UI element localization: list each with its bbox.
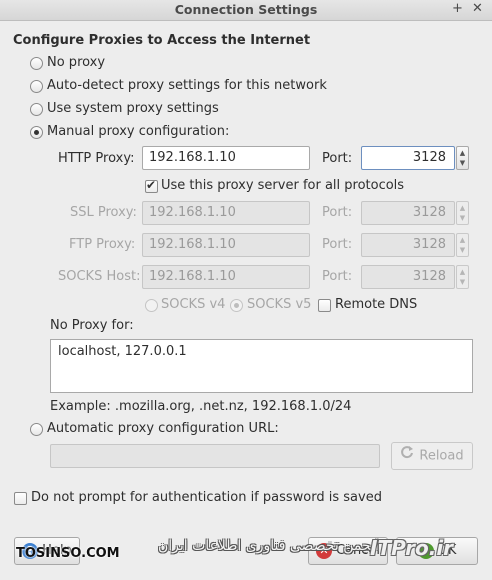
socks-port-input[interactable]: 3128: [361, 265, 455, 289]
ftp-port-input[interactable]: 3128: [361, 233, 455, 257]
http-port-spinner[interactable]: ▲ ▼: [456, 146, 469, 170]
http-proxy-input[interactable]: 192.168.1.10: [142, 146, 310, 170]
ssl-port-spinner[interactable]: ▲ ▼: [456, 201, 469, 225]
cancel-button-label: Cancel: [335, 543, 381, 558]
help-icon: ?: [22, 542, 39, 559]
close-icon[interactable]: ✕: [472, 1, 483, 16]
ftp-port-spinner[interactable]: ▲ ▼: [456, 233, 469, 257]
no-proxy-radio[interactable]: [30, 57, 43, 70]
socks-v4-label[interactable]: SOCKS v4: [161, 297, 225, 312]
auto-config-label[interactable]: Automatic proxy configuration URL:: [47, 421, 279, 436]
socks-host-label: SOCKS Host:: [58, 269, 141, 284]
auto-detect-radio[interactable]: [30, 80, 43, 93]
reload-button-label: Reload: [419, 448, 464, 464]
spin-down-icon[interactable]: ▼: [457, 246, 468, 254]
manual-proxy-radio[interactable]: [30, 126, 43, 139]
no-proxy-label[interactable]: No proxy: [47, 55, 105, 70]
ssl-port-input[interactable]: 3128: [361, 201, 455, 225]
ftp-proxy-input[interactable]: 192.168.1.10: [142, 233, 310, 257]
system-proxy-label[interactable]: Use system proxy settings: [47, 101, 219, 116]
auto-detect-label[interactable]: Auto-detect proxy settings for this netw…: [47, 78, 327, 93]
socks-port-label: Port:: [322, 269, 353, 284]
auto-config-radio[interactable]: [30, 423, 43, 436]
socks-host-input[interactable]: 192.168.1.10: [142, 265, 310, 289]
use-for-all-checkbox[interactable]: [145, 178, 158, 193]
no-prompt-auth-checkbox[interactable]: [14, 492, 27, 505]
ftp-port-label: Port:: [322, 237, 353, 252]
title-bar: Connection Settings + ✕: [0, 0, 492, 21]
auto-config-url-input[interactable]: [50, 444, 380, 468]
manual-proxy-label[interactable]: Manual proxy configuration:: [47, 124, 229, 139]
ok-button-label: OK: [437, 543, 457, 558]
http-port-input[interactable]: 3128: [361, 146, 455, 170]
http-port-label: Port:: [322, 151, 353, 166]
socks-port-spinner[interactable]: ▲ ▼: [456, 265, 469, 289]
spin-up-icon[interactable]: ▲: [457, 236, 468, 244]
socks-v4-radio[interactable]: [145, 299, 158, 312]
help-button-label: Help: [42, 543, 72, 558]
reload-button[interactable]: Reload: [391, 442, 473, 470]
add-icon[interactable]: +: [452, 1, 463, 16]
spin-up-icon[interactable]: ▲: [457, 268, 468, 276]
reload-icon: [400, 443, 414, 469]
http-proxy-label: HTTP Proxy:: [58, 151, 135, 166]
socks-v5-radio[interactable]: [230, 299, 243, 312]
spin-up-icon[interactable]: ▲: [457, 149, 468, 157]
system-proxy-radio[interactable]: [30, 103, 43, 116]
ssl-port-label: Port:: [322, 205, 353, 220]
cancel-icon: ✕: [315, 542, 332, 559]
spin-down-icon[interactable]: ▼: [457, 214, 468, 222]
ssl-proxy-input[interactable]: 192.168.1.10: [142, 201, 310, 225]
section-heading: Configure Proxies to Access the Internet: [13, 33, 311, 48]
no-proxy-for-label: No Proxy for:: [50, 318, 134, 333]
spin-up-icon[interactable]: ▲: [457, 204, 468, 212]
help-button[interactable]: ? Help: [14, 537, 80, 565]
no-proxy-for-textarea[interactable]: localhost, 127.0.0.1: [50, 339, 473, 393]
no-proxy-example: Example: .mozilla.org, .net.nz, 192.168.…: [50, 399, 352, 414]
remote-dns-checkbox[interactable]: [318, 299, 331, 312]
cancel-button[interactable]: ✕ Cancel: [308, 537, 388, 565]
ok-icon: ✓: [417, 542, 434, 559]
ssl-proxy-label: SSL Proxy:: [70, 205, 137, 220]
no-prompt-auth-label[interactable]: Do not prompt for authentication if pass…: [31, 490, 382, 505]
window-title: Connection Settings: [174, 2, 318, 17]
socks-v5-label[interactable]: SOCKS v5: [247, 297, 311, 312]
use-for-all-label[interactable]: Use this proxy server for all protocols: [161, 178, 404, 193]
remote-dns-label[interactable]: Remote DNS: [335, 297, 417, 312]
ok-button[interactable]: ✓ OK: [396, 537, 478, 565]
ftp-proxy-label: FTP Proxy:: [69, 237, 136, 252]
spin-down-icon[interactable]: ▼: [457, 278, 468, 286]
spin-down-icon[interactable]: ▼: [457, 159, 468, 167]
